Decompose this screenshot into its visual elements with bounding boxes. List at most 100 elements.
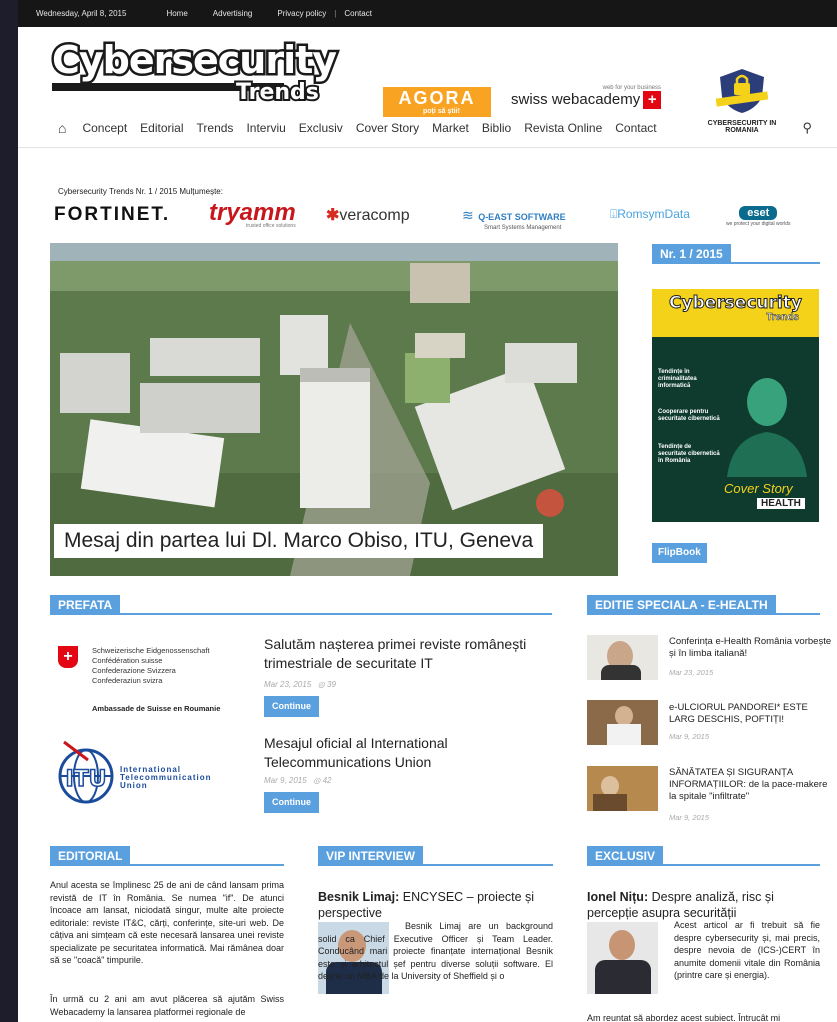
top-link-advertising[interactable]: Advertising xyxy=(213,9,253,18)
prefata-article-2-title[interactable]: Mesajul oficial al International Telecom… xyxy=(264,734,534,772)
cover-subtitle: Trends xyxy=(766,312,799,324)
special-item-3-date: Mar 9, 2015 xyxy=(669,813,710,822)
top-bar: Wednesday, April 8, 2015 Home Advertisin… xyxy=(18,0,837,27)
top-link-contact[interactable]: Contact xyxy=(344,9,372,18)
vip-name: Besnik Limaj: xyxy=(318,890,400,904)
views-icon: ◎ xyxy=(313,776,321,785)
special-item-2-title[interactable]: e-ULCIORUL PANDOREI* ESTE LARG DESCHIS, … xyxy=(669,702,834,726)
vip-underline xyxy=(318,864,553,866)
logo-line2: Trends xyxy=(236,80,319,105)
nav-market[interactable]: Market xyxy=(432,121,469,135)
nav-editorial[interactable]: Editorial xyxy=(140,121,183,135)
home-icon[interactable]: ⌂ xyxy=(58,120,66,136)
itu-logo-text: ITU xyxy=(65,767,106,792)
partners-strip: FORTINET. tryamm trusted office solution… xyxy=(54,199,824,235)
exclusiv-underline xyxy=(587,864,820,866)
special-thumb-2[interactable] xyxy=(587,700,658,745)
header: Cybersecurity Trends AGORA poți să știi! … xyxy=(18,27,837,134)
veracomp-logo[interactable]: ✱veracomp xyxy=(326,205,410,225)
cover-portrait-image xyxy=(727,378,807,477)
editorial-paragraph-2: În urmă cu 2 ani am avut plăcerea să aju… xyxy=(50,994,284,1017)
cover-item-2: Cooperare pentru securitate cibernetică xyxy=(658,409,720,422)
nav-trends[interactable]: Trends xyxy=(197,121,234,135)
swiss-line-2: Confédération suisse xyxy=(92,656,163,665)
eset-tagline: we protect your digital worlds xyxy=(726,221,791,227)
fortinet-logo[interactable]: FORTINET. xyxy=(54,204,170,226)
search-icon[interactable]: ⚲ xyxy=(802,120,812,136)
cover-story-text: Cover Story xyxy=(724,481,793,496)
views-count: 39 xyxy=(327,680,336,689)
qeast-mark-icon: ≋ xyxy=(462,207,474,223)
continue-button-2[interactable]: Continue xyxy=(264,792,319,813)
cover-health-text: HEALTH xyxy=(757,498,805,509)
veracomp-text: veracomp xyxy=(339,207,410,224)
tryamm-text: tryamm xyxy=(209,199,296,226)
shield-lock-icon xyxy=(715,69,769,113)
swiss-line-1: Schweizerische Eidgenossenschaft xyxy=(92,646,210,655)
editorial-underline xyxy=(50,864,284,866)
prefata-label: PREFATA xyxy=(50,595,121,615)
featured-slider[interactable]: Mesaj din partea lui Dl. Marco Obiso, IT… xyxy=(50,243,618,576)
swiss-line-3: Confederazione Svizzera xyxy=(92,666,176,675)
vip-label: VIP INTERVIEW xyxy=(318,846,423,866)
eset-text: eset xyxy=(739,206,778,220)
nav-cover-story[interactable]: Cover Story xyxy=(356,121,419,135)
top-sep: | xyxy=(334,9,337,18)
views-count: 42 xyxy=(322,776,332,785)
qeast-text: Q-EAST SOFTWARE xyxy=(478,212,566,222)
qeast-tagline: Smart Systems Management xyxy=(484,225,562,231)
special-item-3-title[interactable]: SĂNĂTATEA ȘI SIGURANȚA INFORMAȚIILOR: de… xyxy=(669,767,834,803)
vip-text: Besnik Limaj are un background solid ca … xyxy=(318,921,553,981)
prefata-article-1-meta: Mar 23, 2015 ◎ 39 xyxy=(264,680,336,689)
nav-revista-online[interactable]: Revista Online xyxy=(524,121,602,135)
nav-exclusiv[interactable]: Exclusiv xyxy=(299,121,343,135)
prefata-article-1-title[interactable]: Salutăm nașterea primei reviste româneșt… xyxy=(264,635,534,673)
top-link-home[interactable]: Home xyxy=(166,9,187,18)
cover-item-1: Tendințe în criminalitatea informatică xyxy=(658,369,697,389)
nav-biblio[interactable]: Biblio xyxy=(482,121,511,135)
swiss-cross-icon: + xyxy=(643,91,662,109)
romsym-logo[interactable]: ⍗RomsymData xyxy=(610,207,690,222)
itu-globe-icon: ITU xyxy=(58,740,114,804)
special-item-1-title[interactable]: Conferința e-Health România vorbește și … xyxy=(669,636,834,660)
itu-line-3: Union xyxy=(120,781,148,790)
exclusiv-text: Acest articol ar fi trebuit să fie despr… xyxy=(674,920,820,980)
top-link-privacy[interactable]: Privacy policy xyxy=(277,9,326,18)
nav-interviu[interactable]: Interviu xyxy=(246,121,285,135)
magazine-cover[interactable]: Cybersecurity Trends Tendințe în crimina… xyxy=(652,289,819,522)
agora-logo[interactable]: AGORA poți să știi! xyxy=(383,87,491,117)
tryamm-logo[interactable]: tryamm trusted office solutions xyxy=(209,199,296,229)
exclusiv-bottom-text: Am reuntat să abordez acest subiect. Înt… xyxy=(587,1013,781,1022)
cover-item-3: Tendințe de securitate cibernetică în Ro… xyxy=(658,444,720,464)
exclusiv-name: Ionel Nițu: xyxy=(587,890,649,904)
logo-line1: Cybersecurity xyxy=(52,39,337,82)
exclusiv-label: EXCLUSIV xyxy=(587,846,664,866)
veracomp-mark-icon: ✱ xyxy=(326,207,340,224)
special-thumb-3[interactable] xyxy=(587,766,658,811)
agora-text: AGORA xyxy=(398,88,476,108)
flipbook-button[interactable]: FlipBook xyxy=(652,543,707,563)
special-thumb-1[interactable] xyxy=(587,635,658,680)
swiss-text: swiss webacademy xyxy=(511,91,641,109)
slider-caption[interactable]: Mesaj din partea lui Dl. Marco Obiso, IT… xyxy=(54,524,544,558)
eset-logo[interactable]: eset we protect your digital worlds xyxy=(726,203,790,227)
swiss-webacademy-logo[interactable]: web for your business swiss webacademy + xyxy=(511,85,691,117)
exclusiv-photo[interactable] xyxy=(587,922,658,994)
itu-logo[interactable]: ITU International Telecommunication Unio… xyxy=(54,740,244,810)
special-label: EDITIE SPECIALA - E-HEALTH xyxy=(587,595,776,615)
qeast-logo[interactable]: ≋ Q-EAST SOFTWARE Smart Systems Manageme… xyxy=(462,207,566,231)
partners-thanks: Cybersecurity Trends Nr. 1 / 2015 Mulțum… xyxy=(58,187,223,196)
continue-button-1[interactable]: Continue xyxy=(264,696,319,717)
nav-contact[interactable]: Contact xyxy=(615,121,656,135)
editorial-label: EDITORIAL xyxy=(50,846,131,866)
swiss-flag-icon: + xyxy=(58,646,78,668)
main-nav: ⌂ Concept Editorial Trends Interviu Excl… xyxy=(18,116,837,140)
prefata-article-2-meta: Mar 9, 2015 ◎ 42 xyxy=(264,776,332,785)
nav-concept[interactable]: Concept xyxy=(82,121,127,135)
special-item-1-date: Mar 23, 2015 xyxy=(669,668,714,677)
views-icon: ◎ xyxy=(317,680,325,689)
date-text: Mar 9, 2015 xyxy=(264,776,307,785)
editorial-paragraph-1: Anul acesta se împlinesc 25 de ani de câ… xyxy=(50,880,284,965)
exclusiv-headline[interactable]: Ionel Nițu: Despre analiză, risc și perc… xyxy=(587,889,820,921)
vip-headline[interactable]: Besnik Limaj: ENCYSEC – proiecte și pers… xyxy=(318,889,553,921)
